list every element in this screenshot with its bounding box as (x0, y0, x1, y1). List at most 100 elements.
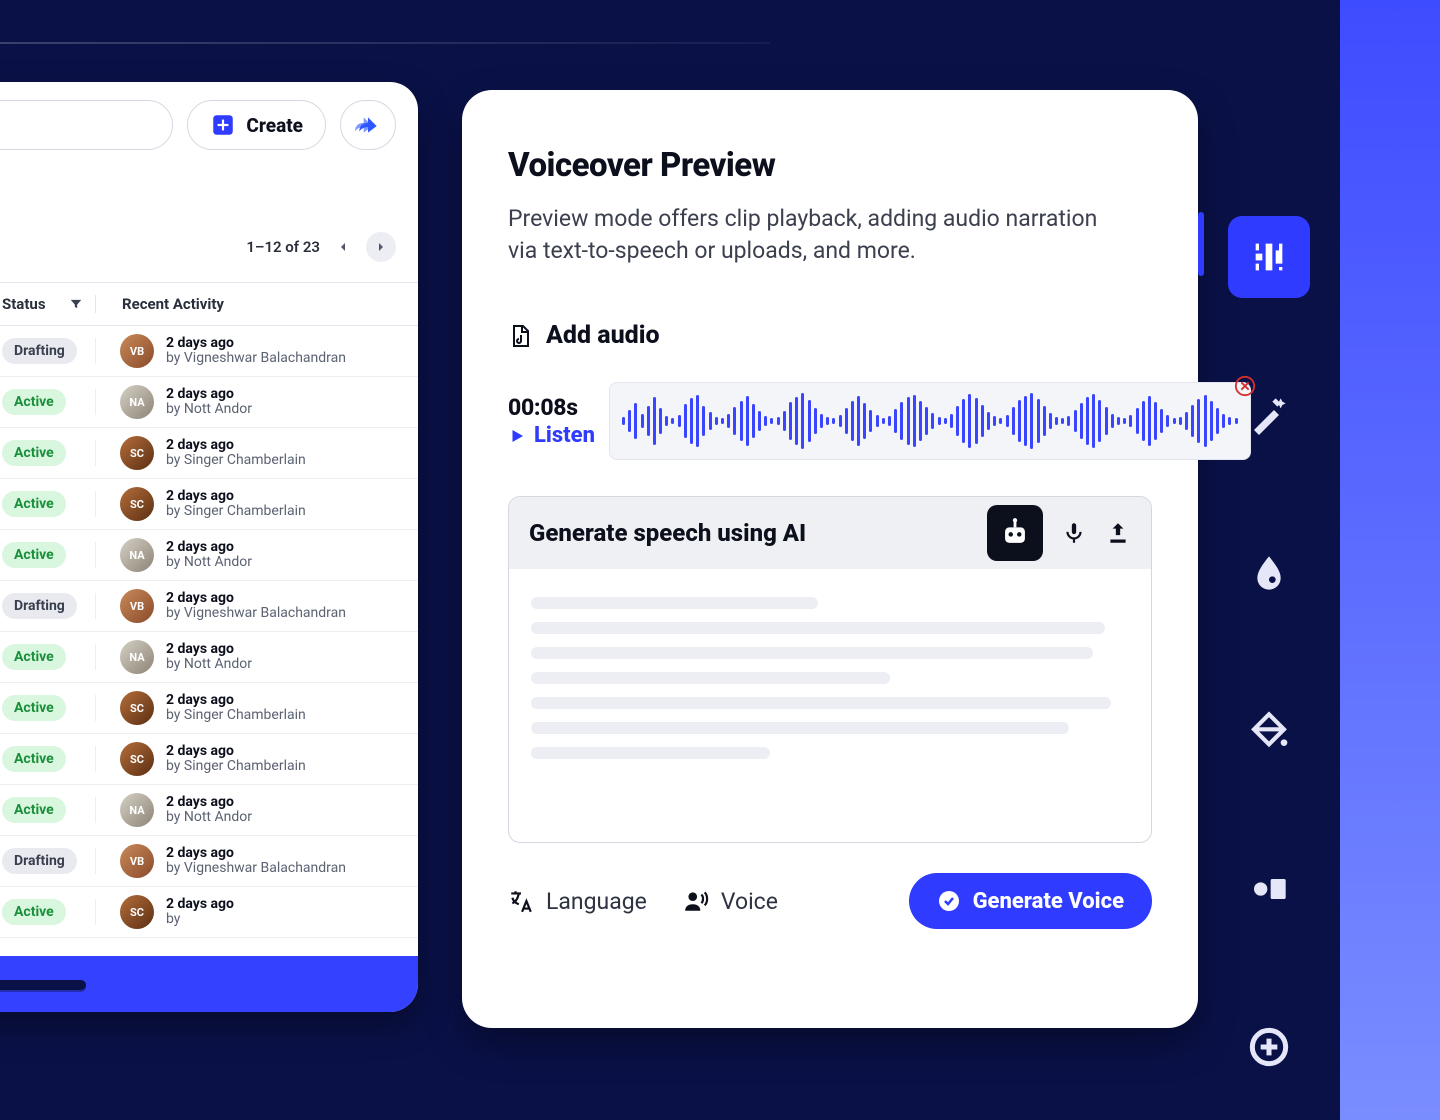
waveform-clip[interactable] (609, 382, 1251, 460)
language-option[interactable]: Language (508, 888, 647, 915)
rail-droplet[interactable] (1228, 532, 1310, 614)
recent-user: by Nott Andor (166, 402, 252, 417)
recent-time: 2 days ago (166, 387, 252, 402)
table-row[interactable]: ActiveSC2 days agoby (0, 887, 418, 938)
table-header: Status Recent Activity (0, 282, 418, 326)
status-badge: Drafting (2, 593, 77, 619)
recent-text: 2 days agoby Nott Andor (166, 642, 252, 673)
table-row[interactable]: ActiveNA2 days agoby Nott Andor (0, 785, 418, 836)
avatar: VB (120, 844, 154, 878)
avatar: NA (120, 538, 154, 572)
recent-user: by Nott Andor (166, 810, 252, 825)
rail-magic-edit[interactable] (1228, 374, 1310, 456)
recent-cell: VB 2 days agoby Vigneshwar Balachandran (96, 334, 418, 368)
recent-text: 2 days agoby Singer Chamberlain (166, 693, 306, 724)
recent-cell: SC2 days agoby Singer Chamberlain (96, 742, 418, 776)
recent-cell: VB2 days agoby Vigneshwar Balachandran (96, 589, 418, 623)
rail-waveform-adjust[interactable] (1228, 216, 1310, 298)
rail-add-circle[interactable] (1228, 1006, 1310, 1088)
status-badge: Drafting (2, 338, 77, 364)
table-row[interactable]: ActiveNA2 days agoby Nott Andor (0, 632, 418, 683)
table-row[interactable]: Active SC2 days agoby Singer Chamberlain (0, 683, 418, 734)
table-row[interactable]: ActiveSC2 days agoby Singer Chamberlain (0, 428, 418, 479)
recent-time: 2 days ago (166, 489, 306, 504)
id-card-icon (1249, 869, 1289, 909)
col-recent[interactable]: Recent Activity (96, 295, 418, 313)
generate-voice-button[interactable]: Generate Voice (909, 873, 1152, 929)
recent-user: by Singer Chamberlain (166, 708, 306, 723)
table-row[interactable]: Drafting VB 2 days agoby Vigneshwar Balach… (0, 326, 418, 377)
listen-button[interactable]: Listen (508, 423, 595, 448)
status-cell: Active (0, 746, 96, 772)
check-circle-icon (937, 889, 961, 913)
avatar: VB (120, 334, 154, 368)
recent-text: 2 days agoby Nott Andor (166, 795, 252, 826)
recent-user: by Singer Chamberlain (166, 759, 306, 774)
recent-time: 2 days ago (166, 744, 306, 759)
table-row[interactable]: ActiveSC2 days agoby Singer Chamberlain (0, 734, 418, 785)
tool-rail (1228, 216, 1310, 1088)
col-status[interactable]: Status (0, 295, 96, 313)
voiceover-desc: Preview mode offers clip playback, addin… (508, 203, 1118, 267)
recent-time: 2 days ago (166, 795, 252, 810)
recent-user: by Vigneshwar Balachandran (166, 351, 346, 366)
top-divider (0, 42, 770, 44)
waveform-adjust-icon (1249, 237, 1289, 277)
pager: 1–12 of 23 (0, 170, 418, 282)
recent-time: 2 days ago (166, 591, 346, 606)
status-badge: Active (2, 389, 66, 415)
share-button[interactable] (340, 100, 396, 150)
status-badge: Active (2, 899, 66, 925)
microphone-icon[interactable] (1061, 520, 1087, 546)
recent-text: 2 days agoby Singer Chamberlain (166, 744, 306, 775)
recent-cell: NA 2 days agoby Nott Andor (96, 793, 418, 827)
recent-text: 2 days agoby Singer Chamberlain (166, 489, 306, 520)
table-row[interactable]: Active NA 2 days agoby Nott Andor (0, 530, 418, 581)
col-status-label: Status (0, 295, 46, 313)
recent-cell: SC2 days agoby Singer Chamberlain (96, 487, 418, 521)
recent-cell: NA 2 days agoby Nott Andor (96, 640, 418, 674)
avatar: NA (120, 640, 154, 674)
recent-user: by (166, 912, 234, 927)
create-button[interactable]: Create (187, 100, 326, 150)
avatar: NA (120, 793, 154, 827)
translate-icon (508, 888, 534, 914)
table-row[interactable]: ActiveSC2 days agoby Singer Chamberlain (0, 479, 418, 530)
recent-time: 2 days ago (166, 846, 346, 861)
avatar: NA (120, 385, 154, 419)
audio-file-icon (508, 324, 532, 348)
bottom-scroll-bar[interactable] (0, 956, 418, 1012)
content-list-panel: Create 1–12 of 23 Status Recent Activity… (0, 82, 418, 1012)
table-row[interactable]: Drafting VB2 days agoby Vigneshwar Balach… (0, 581, 418, 632)
audio-meta: 00:08s Listen (508, 394, 595, 448)
pager-next[interactable] (366, 232, 396, 262)
voice-option[interactable]: Voice (683, 888, 778, 915)
generate-voice-label: Generate Voice (973, 889, 1124, 914)
recent-time: 2 days ago (166, 336, 346, 351)
generate-panel: Generate speech using AI (508, 496, 1152, 843)
pager-prev[interactable] (328, 232, 358, 262)
ai-chip[interactable] (987, 505, 1043, 561)
play-icon (508, 427, 526, 445)
status-cell: Drafting (0, 848, 96, 874)
add-circle-icon (1249, 1027, 1289, 1067)
share-arrow-icon (355, 112, 381, 138)
recent-time: 2 days ago (166, 540, 252, 555)
recent-cell: SC2 days agoby Singer Chamberlain (96, 691, 418, 725)
upload-icon[interactable] (1105, 520, 1131, 546)
create-plus-icon (210, 112, 236, 138)
table-row[interactable]: DraftingVB2 days agoby Vigneshwar Balach… (0, 836, 418, 887)
rail-id-card[interactable] (1228, 848, 1310, 930)
search-input[interactable] (0, 100, 173, 150)
rail-paint-bucket[interactable] (1228, 690, 1310, 772)
table-row[interactable]: Active NA 2 days agoby Nott Andor (0, 377, 418, 428)
voiceover-card: Voiceover Preview Preview mode offers cl… (462, 90, 1198, 1028)
status-badge: Active (2, 695, 66, 721)
status-badge: Active (2, 542, 66, 568)
avatar: SC (120, 895, 154, 929)
recent-text: 2 days agoby Nott Andor (166, 540, 252, 571)
status-badge: Drafting (2, 848, 77, 874)
recent-time: 2 days ago (166, 642, 252, 657)
add-audio-header: Add audio (508, 321, 1152, 350)
filter-icon (69, 297, 83, 311)
